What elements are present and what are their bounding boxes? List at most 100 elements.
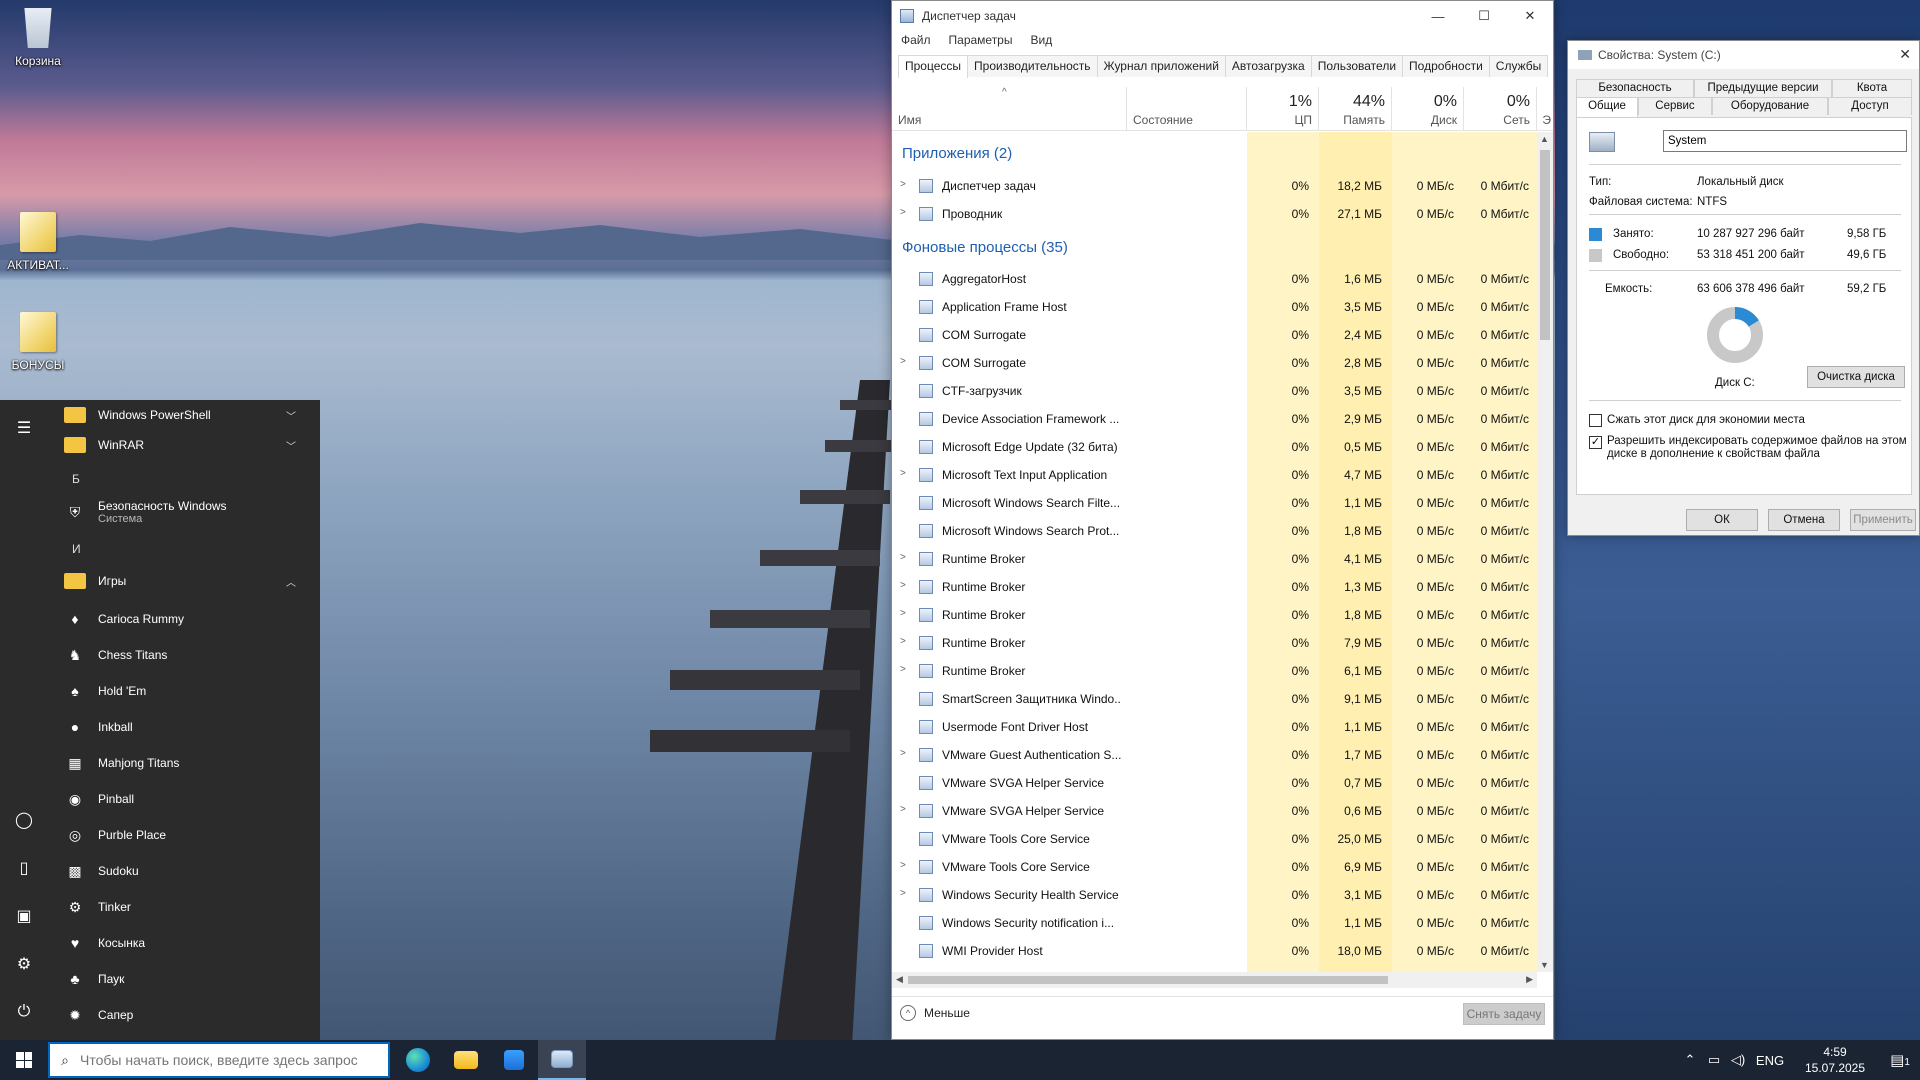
scroll-thumb[interactable]: [908, 976, 1388, 984]
tab-quota[interactable]: Квота: [1832, 79, 1912, 97]
start-menu-letter-header[interactable]: И: [72, 542, 81, 556]
header-cpu[interactable]: 1% ЦП: [1247, 87, 1319, 131]
tab-sharing[interactable]: Доступ: [1828, 97, 1912, 115]
bonuses-folder-shortcut[interactable]: БОНУСЫ: [0, 312, 76, 372]
start-menu-letter-header[interactable]: Б: [72, 472, 80, 486]
menu-view[interactable]: Вид: [1021, 33, 1061, 53]
expand-chevron-icon[interactable]: >: [900, 664, 906, 675]
clock[interactable]: 4:59 15.07.2025: [1790, 1044, 1880, 1076]
process-row[interactable]: > Проводник 0% 27,1 МБ 0 МБ/с 0 Мбит/с: [892, 200, 1537, 228]
process-row[interactable]: Application Frame Host 0% 3,5 МБ 0 МБ/с 0 Мб…: [892, 293, 1537, 321]
tab-users[interactable]: Пользователи: [1310, 55, 1404, 77]
minimize-button[interactable]: —: [1415, 1, 1461, 31]
disk-cleanup-button[interactable]: Очистка диска: [1807, 366, 1905, 388]
process-row[interactable]: COM Surrogate 0% 2,4 МБ 0 МБ/с 0 Мбит/с: [892, 321, 1537, 349]
start-menu-app[interactable]: ◉ Pinball: [56, 784, 312, 814]
ok-button[interactable]: ОК: [1686, 509, 1758, 531]
expand-chevron-icon[interactable]: >: [900, 636, 906, 647]
tab-hardware[interactable]: Оборудование: [1712, 97, 1828, 115]
settings-gear-icon[interactable]: ⚙: [10, 950, 38, 978]
documents-icon[interactable]: ▯: [10, 854, 38, 882]
tab-startup[interactable]: Автозагрузка: [1224, 55, 1312, 77]
chevron-up-icon[interactable]: ⌃: [1678, 1052, 1702, 1068]
apply-button[interactable]: Применить: [1850, 509, 1916, 531]
expand-chevron-icon[interactable]: >: [900, 207, 906, 218]
scroll-down-icon[interactable]: ▼: [1540, 960, 1549, 970]
process-row[interactable]: Microsoft Edge Update (32 бита) 0% 0,5 МБ 0…: [892, 433, 1537, 461]
drive-label-input[interactable]: [1663, 130, 1907, 152]
index-checkbox[interactable]: ✓: [1589, 436, 1602, 449]
menu-file[interactable]: Файл: [892, 33, 940, 53]
start-menu-app[interactable]: ♥ Косынка: [56, 928, 312, 958]
scroll-up-icon[interactable]: ▲: [1540, 134, 1549, 144]
header-more[interactable]: Э: [1537, 87, 1553, 131]
recycle-bin-shortcut[interactable]: Корзина: [0, 8, 76, 68]
process-row[interactable]: > Runtime Broker 0% 1,8 МБ 0 МБ/с 0 Мбит/с: [892, 601, 1537, 629]
power-icon[interactable]: ⏻: [10, 998, 38, 1026]
process-row[interactable]: > VMware Guest Authentication S... 0% 1,7 М…: [892, 741, 1537, 769]
header-memory[interactable]: 44% Память: [1319, 87, 1392, 131]
horizontal-scrollbar[interactable]: ◀ ▶: [892, 972, 1537, 988]
start-menu-app[interactable]: ⛨ Безопасность Windows Система: [56, 494, 312, 530]
tab-security[interactable]: Безопасность: [1576, 79, 1694, 97]
cancel-button[interactable]: Отмена: [1768, 509, 1840, 531]
process-row[interactable]: > COM Surrogate 0% 2,8 МБ 0 МБ/с 0 Мбит/с: [892, 349, 1537, 377]
chevron-down-icon[interactable]: ﹀: [286, 438, 296, 453]
process-row[interactable]: Device Association Framework ... 0% 2,9 МБ…: [892, 405, 1537, 433]
expand-chevron-icon[interactable]: >: [900, 356, 906, 367]
process-row[interactable]: > VMware Tools Core Service 0% 6,9 МБ 0 МБ/с…: [892, 853, 1537, 881]
taskbar-store[interactable]: [490, 1040, 538, 1080]
chevron-down-icon[interactable]: ﹀: [286, 408, 296, 423]
maximize-button[interactable]: ☐: [1461, 1, 1507, 31]
header-name[interactable]: ^ Имя: [892, 87, 1127, 131]
header-network[interactable]: 0% Сеть: [1464, 87, 1537, 131]
start-menu-app[interactable]: ✹ Сапер: [56, 1000, 312, 1030]
close-button[interactable]: ✕: [1507, 1, 1553, 31]
activator-folder-shortcut[interactable]: АКТИВАТ...: [0, 212, 76, 272]
process-row[interactable]: > Microsoft Text Input Application 0% 4,7 М…: [892, 461, 1537, 489]
process-row[interactable]: > Runtime Broker 0% 6,1 МБ 0 МБ/с 0 Мбит/с: [892, 657, 1537, 685]
process-row[interactable]: Usermode Font Driver Host 0% 1,1 МБ 0 МБ/с 0…: [892, 713, 1537, 741]
start-menu-app[interactable]: ● Inkball: [56, 712, 312, 742]
tab-services[interactable]: Службы: [1488, 55, 1549, 77]
start-menu-folder[interactable]: Игры ︿: [56, 566, 312, 596]
pictures-icon[interactable]: ▣: [10, 902, 38, 930]
process-row[interactable]: VMware SVGA Helper Service 0% 0,7 МБ 0 МБ/с…: [892, 769, 1537, 797]
start-menu-app[interactable]: ♦ Carioca Rummy: [56, 604, 312, 634]
start-menu-folder[interactable]: WinRAR ﹀: [56, 430, 312, 460]
process-row[interactable]: VMware Tools Core Service 0% 25,0 МБ 0 МБ/с…: [892, 825, 1537, 853]
notification-center[interactable]: ▤1: [1880, 1051, 1920, 1069]
process-row[interactable]: > Диспетчер задач 0% 18,2 МБ 0 МБ/с 0 Мбит/с: [892, 172, 1537, 200]
hamburger-menu-icon[interactable]: ☰: [10, 414, 38, 442]
start-menu-app[interactable]: ▦ Mahjong Titans: [56, 748, 312, 778]
expand-chevron-icon[interactable]: >: [900, 179, 906, 190]
process-row[interactable]: CTF-загрузчик 0% 3,5 МБ 0 МБ/с 0 Мбит/с: [892, 377, 1537, 405]
taskbar-explorer[interactable]: [442, 1040, 490, 1080]
dialog-titlebar[interactable]: Свойства: System (C:) ✕: [1568, 41, 1919, 69]
scroll-right-icon[interactable]: ▶: [1526, 974, 1533, 985]
volume-icon[interactable]: ◁): [1726, 1052, 1750, 1068]
expand-chevron-icon[interactable]: >: [900, 748, 906, 759]
network-icon[interactable]: ▭: [1702, 1052, 1726, 1068]
start-menu-app[interactable]: ⚙ Tinker: [56, 892, 312, 922]
taskbar-edge[interactable]: [394, 1040, 442, 1080]
compress-checkbox[interactable]: [1589, 414, 1602, 427]
expand-chevron-icon[interactable]: >: [900, 580, 906, 591]
start-menu-folder[interactable]: Windows PowerShell ﹀: [56, 400, 312, 430]
menu-options[interactable]: Параметры: [940, 33, 1022, 53]
tab-app-history[interactable]: Журнал приложений: [1096, 55, 1226, 77]
expand-chevron-icon[interactable]: >: [900, 608, 906, 619]
scroll-left-icon[interactable]: ◀: [896, 974, 903, 985]
search-input[interactable]: [80, 1052, 380, 1068]
process-row[interactable]: > Windows Security Health Service 0% 3,1 МБ…: [892, 881, 1537, 909]
tab-previous-versions[interactable]: Предыдущие версии: [1694, 79, 1832, 97]
close-icon[interactable]: ✕: [1899, 46, 1911, 63]
process-row[interactable]: > Runtime Broker 0% 1,3 МБ 0 МБ/с 0 Мбит/с: [892, 573, 1537, 601]
process-row[interactable]: AggregatorHost 0% 1,6 МБ 0 МБ/с 0 Мбит/с: [892, 265, 1537, 293]
process-row[interactable]: > VMware SVGA Helper Service 0% 0,6 МБ 0 МБ/…: [892, 797, 1537, 825]
start-menu-app[interactable]: ♠ Hold 'Em: [56, 676, 312, 706]
process-row[interactable]: > Runtime Broker 0% 4,1 МБ 0 МБ/с 0 Мбит/с: [892, 545, 1537, 573]
expand-chevron-icon[interactable]: >: [900, 888, 906, 899]
process-row[interactable]: > Runtime Broker 0% 7,9 МБ 0 МБ/с 0 Мбит/с: [892, 629, 1537, 657]
start-menu-app[interactable]: ♣ Паук: [56, 964, 312, 994]
